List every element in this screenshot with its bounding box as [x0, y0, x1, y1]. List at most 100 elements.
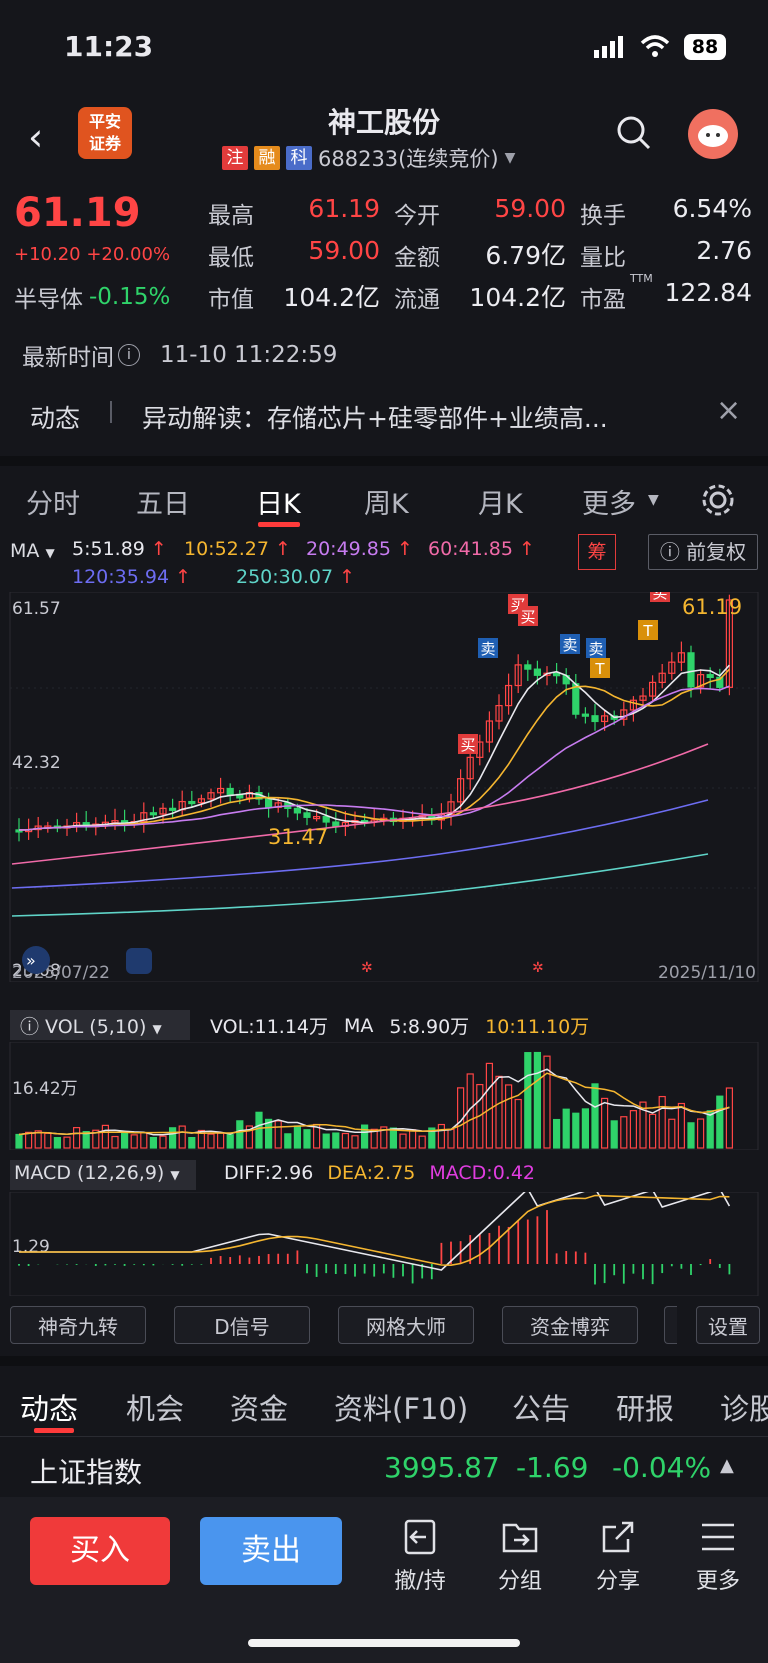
volume-bar	[677, 1102, 686, 1149]
wifi-icon	[640, 34, 670, 62]
info-icon[interactable]: i	[118, 344, 140, 366]
indicator-fund[interactable]: 资金博弈	[502, 1306, 638, 1344]
indicator-jiuzhuan[interactable]: 神奇九转	[10, 1306, 146, 1344]
ma120-text: 120:35.94	[72, 566, 170, 588]
volume-bar	[140, 1131, 148, 1149]
high-value: 61.19	[308, 194, 380, 223]
gear-icon[interactable]	[700, 482, 736, 522]
macd-diff: DIFF:2.96	[224, 1162, 314, 1184]
tab-zhouk[interactable]: 周K	[364, 482, 409, 521]
tab-fenshi[interactable]: 分时	[26, 482, 80, 521]
up-arrow-icon: ↑	[390, 538, 413, 560]
indicator-partial[interactable]	[664, 1306, 677, 1344]
indicator-dsignal[interactable]: D信号	[174, 1306, 310, 1344]
share-button[interactable]: 分享	[586, 1517, 650, 1595]
macd-chart[interactable]: 1.29	[0, 1192, 768, 1296]
battery-icon: 88	[684, 34, 726, 60]
ma20: 20:49.85 ↑	[306, 538, 413, 560]
high-label: 最高	[208, 203, 254, 229]
float-value: 104.2亿	[469, 283, 566, 312]
more-button[interactable]: 更多	[686, 1517, 750, 1595]
chip-button[interactable]: 筹	[578, 534, 616, 570]
cancel-hold-button[interactable]: 撤/持	[388, 1517, 452, 1595]
index-change: -1.69	[516, 1451, 589, 1484]
ma-label[interactable]: MA ▼	[10, 540, 55, 562]
divider	[0, 456, 768, 466]
app-header: ‹ 平安 证券 神工股份 注 融 科 688233(连续竞价) ▼	[0, 95, 768, 180]
volume-bar	[495, 1075, 503, 1149]
tab-wuri[interactable]: 五日	[136, 482, 190, 521]
subtab-zijin[interactable]: 资金	[230, 1386, 288, 1428]
tab-rik[interactable]: 日K	[256, 482, 301, 521]
turnover-value: 6.54%	[672, 194, 752, 223]
mktcap-value: 104.2亿	[283, 283, 380, 312]
ma250-text: 250:30.07	[236, 566, 334, 588]
ma-label-text: MA	[10, 540, 40, 562]
fq-label: 前复权	[686, 540, 747, 564]
volume-bar	[25, 1131, 33, 1149]
close-icon[interactable]: ×	[716, 393, 741, 428]
subtab-yanbao[interactable]: 研报	[616, 1386, 674, 1428]
subtab-ziliao[interactable]: 资料(F10)	[334, 1386, 468, 1428]
volume-bar	[63, 1136, 71, 1149]
y-tick-label: 61.57	[12, 599, 61, 619]
candle-body	[572, 683, 580, 715]
tab-yuek[interactable]: 月K	[478, 482, 523, 521]
bottom-action-bar: 买入 卖出 撤/持 分组 分享 更多	[0, 1497, 768, 1663]
subtab-jihui[interactable]: 机会	[126, 1386, 184, 1428]
up-arrow-icon: ↑	[169, 566, 192, 588]
volume-bar	[120, 1131, 129, 1149]
subtab-gonggao[interactable]: 公告	[512, 1386, 570, 1428]
more-chevron-icon: ▼	[648, 492, 659, 508]
volratio-label: 量比	[580, 245, 626, 271]
tag-ke: 科	[286, 146, 312, 170]
index-bar[interactable]: 上证指数 3995.87 -1.69 -0.04% ▲	[0, 1437, 768, 1497]
info-icon: ⓘ	[659, 540, 680, 564]
sector-info[interactable]: 半导体 -0.15%	[14, 280, 170, 314]
search-icon[interactable]	[616, 115, 652, 155]
latest-time-row: 最新时间 i 11-10 11:22:59	[22, 338, 337, 372]
signal-label: T	[594, 660, 605, 678]
volume-bar	[15, 1133, 23, 1149]
volume-bar	[600, 1097, 609, 1149]
volume-bar	[533, 1051, 542, 1149]
avatar[interactable]	[688, 109, 738, 159]
signal-label: 买	[652, 592, 667, 602]
volume-bar	[514, 1098, 522, 1149]
volume-bar	[716, 1095, 724, 1149]
volume-chart[interactable]: 16.42万	[0, 1042, 768, 1150]
tag-rong: 融	[254, 146, 280, 170]
subtab-dongtai[interactable]: 动态	[20, 1386, 78, 1428]
ma120: 120:35.94 ↑	[72, 566, 191, 588]
chevron-down-icon: ▼	[504, 150, 516, 166]
ma5-line	[18, 664, 730, 831]
tab-more[interactable]: 更多	[582, 482, 636, 521]
settings-button[interactable]: 设置	[696, 1306, 760, 1344]
stock-sub-title[interactable]: 注 融 科 688233(连续竞价) ▼	[222, 143, 515, 173]
amount-value: 6.79亿	[485, 241, 566, 270]
sector-change: -0.15%	[89, 284, 171, 310]
volume-bar	[53, 1137, 62, 1149]
ma10: 10:52.27 ↑	[184, 538, 291, 560]
candlestick-chart[interactable]: 61.5742.3223.082025/07/222025/11/1031.47…	[0, 592, 768, 982]
chart-frame	[9, 592, 759, 982]
volume-bar	[293, 1125, 301, 1149]
chevron-down-icon: ▼	[170, 1168, 180, 1182]
status-bar: 11:23 88	[0, 0, 768, 95]
group-button[interactable]: 分组	[488, 1517, 552, 1595]
indicator-grid[interactable]: 网格大师	[338, 1306, 474, 1344]
macd-values: DIFF:2.96 DEA:2.75 MACD:0.42	[224, 1162, 535, 1184]
signal-label: 卖	[588, 640, 603, 658]
buy-button[interactable]: 买入	[30, 1517, 170, 1585]
news-bar[interactable]: 动态 异动解读：存储芯片+硅零部件+业绩高... ×	[0, 385, 768, 445]
vol-title: ⓘ VOL (5,10) ▼	[20, 1016, 162, 1038]
volume-bar	[101, 1124, 110, 1149]
sell-button[interactable]: 卖出	[200, 1517, 342, 1585]
ma5: 5:51.89 ↑	[72, 538, 167, 560]
amount-label: 金额	[394, 245, 440, 271]
fq-button[interactable]: ⓘ 前复权	[648, 534, 758, 570]
subtab-zhengu[interactable]: 诊股	[720, 1386, 768, 1428]
macd-y-tick-label: 1.29	[12, 1237, 50, 1257]
expand-up-icon[interactable]: ▲	[720, 1455, 734, 1476]
high-annotation: 61.19	[682, 595, 742, 619]
